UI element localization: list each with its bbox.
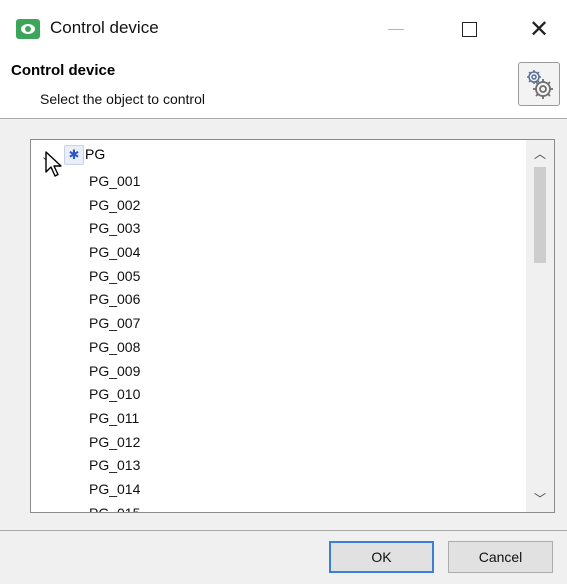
header-divider [0,118,567,119]
window-title: Control device [50,18,159,37]
tree-item[interactable]: PG_005 [31,265,140,289]
chevron-down-icon: ﹀ [533,492,546,506]
tree-item[interactable]: PG_012 [31,431,140,455]
tree-item[interactable]: PG_013 [31,454,140,478]
close-icon: ✕ [528,15,550,43]
tree-item[interactable]: PG_004 [31,241,140,265]
dialog-title: Control device [11,62,116,79]
close-button[interactable]: ✕ [511,0,567,58]
vertical-scrollbar[interactable]: ︿ ﹀ [526,140,554,512]
tree-item[interactable]: PG_015 [31,502,140,512]
scroll-up-button[interactable]: ︿ [526,140,554,167]
tree-item[interactable]: PG_006 [31,288,140,312]
tree-item[interactable]: PG_010 [31,383,140,407]
group-node-icon: ✱ [64,145,84,165]
tree-item[interactable]: PG_003 [31,217,140,241]
tree-item[interactable]: PG_009 [31,360,140,384]
tree-item[interactable]: PG_002 [31,194,140,218]
ok-button[interactable]: OK [329,541,434,573]
minimize-icon [388,28,404,30]
title-bar: Control device ✕ [0,0,567,58]
scroll-down-button[interactable]: ﹀ [526,485,554,512]
chevron-up-icon: ︿ [533,147,546,161]
tree-item[interactable]: PG_014 [31,478,140,502]
device-tree[interactable]: ⌄ ✱ PG PG_001 PG_002 PG_003 PG_004 PG_00… [30,139,555,513]
dialog-subtitle: Select the object to control [40,91,205,107]
tree-root-node[interactable]: ⌄ ✱ PG [31,140,521,177]
tree-children: PG_001 PG_002 PG_003 PG_004 PG_005 PG_00… [31,170,140,512]
dialog-header: Control device Select the object to cont… [0,58,567,118]
settings-gears-icon [518,62,560,106]
tree-item[interactable]: PG_001 [31,170,140,194]
maximize-button[interactable] [441,0,497,58]
tree-item[interactable]: PG_008 [31,336,140,360]
scroll-thumb[interactable] [534,167,546,263]
tree-item[interactable]: PG_011 [31,407,140,431]
minimize-button[interactable] [368,0,424,58]
cancel-button[interactable]: Cancel [448,541,553,573]
maximize-icon [461,21,477,37]
tree-root-label: PG [85,146,106,162]
footer-divider [0,530,567,531]
tree-item[interactable]: PG_007 [31,312,140,336]
app-eye-icon [16,19,40,39]
